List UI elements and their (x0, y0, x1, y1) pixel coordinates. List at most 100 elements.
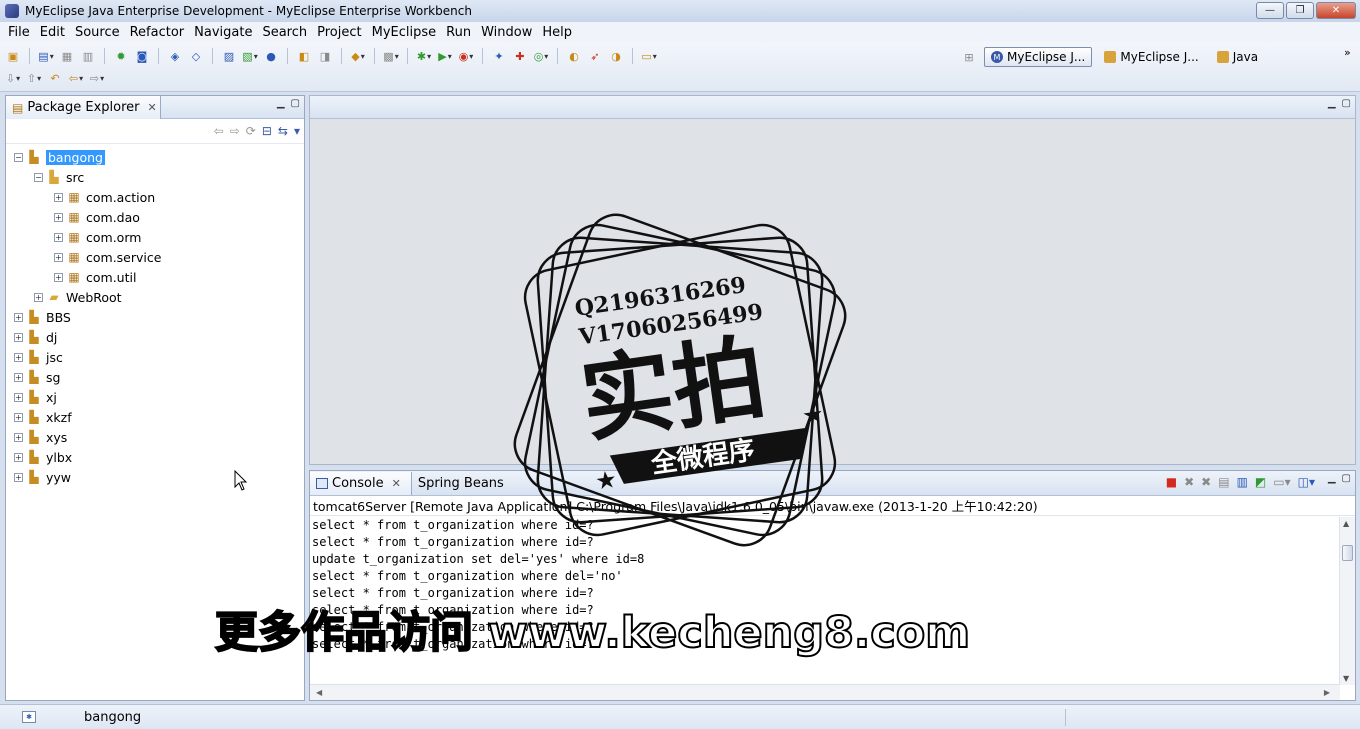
next-annotation-icon[interactable]: ⇩ (4, 70, 22, 86)
open-perspective-icon[interactable]: ⊞ (960, 49, 978, 65)
last-edit-location-icon[interactable]: ↶ (46, 70, 64, 86)
menu-edit[interactable]: Edit (35, 25, 70, 40)
expand-icon[interactable]: + (54, 252, 63, 262)
expand-icon[interactable]: + (14, 312, 23, 322)
tree-item-com-util[interactable]: + ▦ com.util (6, 267, 304, 287)
expand-icon[interactable]: + (14, 352, 23, 362)
tree-item-com-service[interactable]: + ▦ com.service (6, 247, 304, 267)
minimize-button[interactable]: — (1256, 2, 1284, 19)
menu-search[interactable]: Search (257, 25, 312, 40)
menu-project[interactable]: Project (312, 25, 366, 40)
open-task-icon[interactable]: ◐ (565, 48, 583, 64)
menu-window[interactable]: Window (476, 25, 537, 40)
new-java-project-icon[interactable]: ✦ (490, 48, 508, 64)
menu-source[interactable]: Source (70, 25, 125, 40)
tab-package-explorer[interactable]: ▤ Package Explorer ✕ (6, 96, 161, 119)
maximize-view-icon[interactable]: ▢ (291, 98, 300, 109)
display-selected-console-icon[interactable]: ▭▾ (1273, 475, 1290, 489)
scroll-lock-icon[interactable]: ▥ (1237, 475, 1248, 489)
tree-item-jsc[interactable]: + ▙ jsc (6, 347, 304, 367)
debug-server-icon[interactable]: ✹ (112, 48, 130, 64)
expand-icon[interactable]: + (54, 192, 63, 202)
expand-icon[interactable]: + (14, 372, 23, 382)
tree-item-dj[interactable]: + ▙ dj (6, 327, 304, 347)
back-icon[interactable]: ⇦ (67, 70, 85, 86)
expand-icon[interactable]: + (54, 272, 63, 282)
view-menu-icon[interactable]: ▾ (294, 124, 300, 138)
expand-icon[interactable]: + (14, 452, 23, 462)
expand-icon[interactable]: + (14, 432, 23, 442)
run-icon[interactable]: ▶ (436, 48, 454, 64)
perspective-java[interactable]: Java (1211, 47, 1264, 67)
new-wizard-icon[interactable]: ▤ (37, 48, 55, 64)
expand-icon[interactable]: + (34, 292, 43, 302)
terminate-icon[interactable]: ■ (1166, 475, 1177, 489)
new-java-class-icon[interactable]: ◎ (532, 48, 550, 64)
external-tools-icon[interactable]: ▩ (382, 48, 400, 64)
tree-item-src[interactable]: − ▙ src (6, 167, 304, 187)
tree-item-xys[interactable]: + ▙ xys (6, 427, 304, 447)
editor-area[interactable]: ▁ ▢ (309, 95, 1356, 465)
tree-item-com-action[interactable]: + ▦ com.action (6, 187, 304, 207)
tree-item-sg[interactable]: + ▙ sg (6, 367, 304, 387)
console-output[interactable]: select * from t_organization where id=? … (310, 517, 1340, 685)
expand-icon[interactable]: + (54, 212, 63, 222)
scroll-down-icon[interactable]: ▼ (1343, 674, 1349, 683)
new-package-icon[interactable]: ✚ (511, 48, 529, 64)
fast-view-icon[interactable]: ✱ (22, 711, 36, 723)
expand-icon[interactable]: + (54, 232, 63, 242)
menu-navigate[interactable]: Navigate (189, 25, 257, 40)
console-horizontal-scrollbar[interactable]: ◀ ▶ (310, 684, 1340, 700)
tree-item-xkzf[interactable]: + ▙ xkzf (6, 407, 304, 427)
manage-deployments-icon[interactable]: ◙ (133, 48, 151, 64)
scroll-right-icon[interactable]: ▶ (1324, 688, 1330, 697)
tree-item-xj[interactable]: + ▙ xj (6, 387, 304, 407)
tree-item-com-dao[interactable]: + ▦ com.dao (6, 207, 304, 227)
expand-icon[interactable]: + (14, 412, 23, 422)
menu-run[interactable]: Run (441, 25, 476, 40)
new-web-project-icon[interactable]: ◈ (166, 48, 184, 64)
scroll-up-icon[interactable]: ▲ (1343, 519, 1349, 528)
collapse-all-icon[interactable]: ⊟ (262, 124, 272, 138)
print-icon[interactable]: ▥ (79, 48, 97, 64)
tree-item-bangong[interactable]: − ▙ bangong (6, 147, 304, 167)
expand-icon[interactable]: + (14, 392, 23, 402)
forward-icon[interactable]: ⇨ (88, 70, 106, 86)
tree-item-webroot[interactable]: + ▰ WebRoot (6, 287, 304, 307)
remove-launch-icon[interactable]: ✖ (1184, 475, 1194, 489)
collapse-icon[interactable]: − (14, 152, 23, 162)
scroll-left-icon[interactable]: ◀ (316, 688, 322, 697)
minimize-view-icon[interactable]: ▁ (277, 98, 285, 109)
perspective-myeclipse-jee-2[interactable]: MyEclipse J... (1098, 47, 1204, 67)
menu-help[interactable]: Help (537, 25, 577, 40)
tree-item-com-orm[interactable]: + ▦ com.orm (6, 227, 304, 247)
tree-item-ylbx[interactable]: + ▙ ylbx (6, 447, 304, 467)
deploy-icon[interactable]: ▨ (220, 48, 238, 64)
close-tab-icon[interactable]: ✕ (148, 101, 157, 114)
run-server-icon[interactable]: ▧ (241, 48, 259, 64)
new-ejb-project-icon[interactable]: ◇ (187, 48, 205, 64)
save-icon[interactable]: ▦ (58, 48, 76, 64)
new-folder-icon[interactable]: ▭ (640, 48, 658, 64)
toolbar-chevron-icon[interactable]: » (1344, 46, 1351, 59)
tab-console[interactable]: Console ✕ (310, 472, 412, 495)
forward-nav-icon[interactable]: ⇨ (230, 124, 240, 138)
clear-console-icon[interactable]: ▤ (1218, 475, 1229, 489)
menu-myeclipse[interactable]: MyEclipse (367, 25, 442, 40)
maximize-button[interactable]: ❐ (1286, 2, 1314, 19)
run-external-icon[interactable]: ◉ (457, 48, 475, 64)
menu-file[interactable]: File (3, 25, 35, 40)
open-console-icon[interactable]: ◫▾ (1298, 475, 1315, 489)
link-with-editor-icon[interactable]: ⇆ (278, 124, 288, 138)
minimize-editor-icon[interactable]: ▁ (1328, 98, 1336, 109)
maximize-editor-icon[interactable]: ▢ (1342, 98, 1351, 109)
tab-spring-beans[interactable]: Spring Beans (412, 472, 514, 495)
debug-icon[interactable]: ✱ (415, 48, 433, 64)
scrollbar-thumb[interactable] (1342, 545, 1353, 561)
menu-refactor[interactable]: Refactor (125, 25, 190, 40)
minimize-console-icon[interactable]: ▁ (1328, 473, 1336, 484)
remove-all-launches-icon[interactable]: ✖ (1201, 475, 1211, 489)
console-vertical-scrollbar[interactable]: ▲ ▼ (1339, 517, 1355, 685)
collapse-icon[interactable]: − (34, 172, 43, 182)
close-tab-icon[interactable]: ✕ (392, 477, 401, 490)
